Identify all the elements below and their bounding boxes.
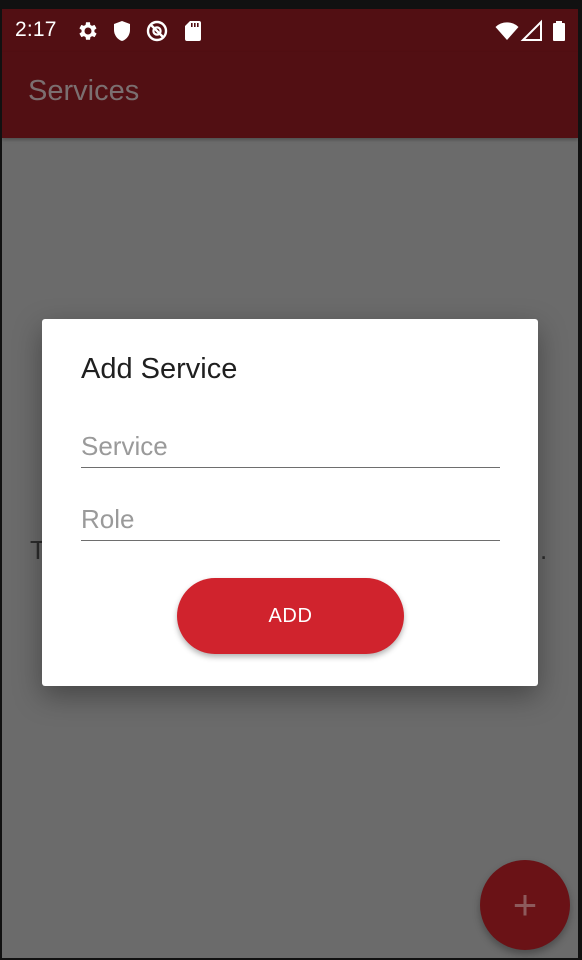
plus-icon: + — [512, 881, 538, 928]
gear-icon — [76, 19, 100, 43]
app-screen: 2:17 Services T . Add Service ADD — [2, 9, 578, 958]
service-input[interactable] — [81, 425, 500, 468]
sd-card-icon — [181, 19, 205, 43]
add-service-dialog: Add Service ADD — [42, 319, 538, 686]
role-input[interactable] — [81, 498, 500, 541]
battery-icon — [547, 19, 571, 43]
background-text-fragment: . — [540, 535, 548, 565]
app-bar: Services — [2, 52, 578, 138]
shield-icon — [110, 19, 134, 43]
signal-icon — [520, 19, 544, 43]
status-bar: 2:17 — [2, 9, 578, 52]
add-button[interactable]: ADD — [177, 578, 404, 654]
dialog-title: Add Service — [81, 353, 238, 385]
add-service-fab[interactable]: + — [480, 860, 570, 950]
no-tracking-icon — [145, 19, 169, 43]
wifi-icon — [495, 19, 519, 43]
page-title: Services — [28, 75, 140, 107]
status-time: 2:17 — [15, 18, 57, 41]
